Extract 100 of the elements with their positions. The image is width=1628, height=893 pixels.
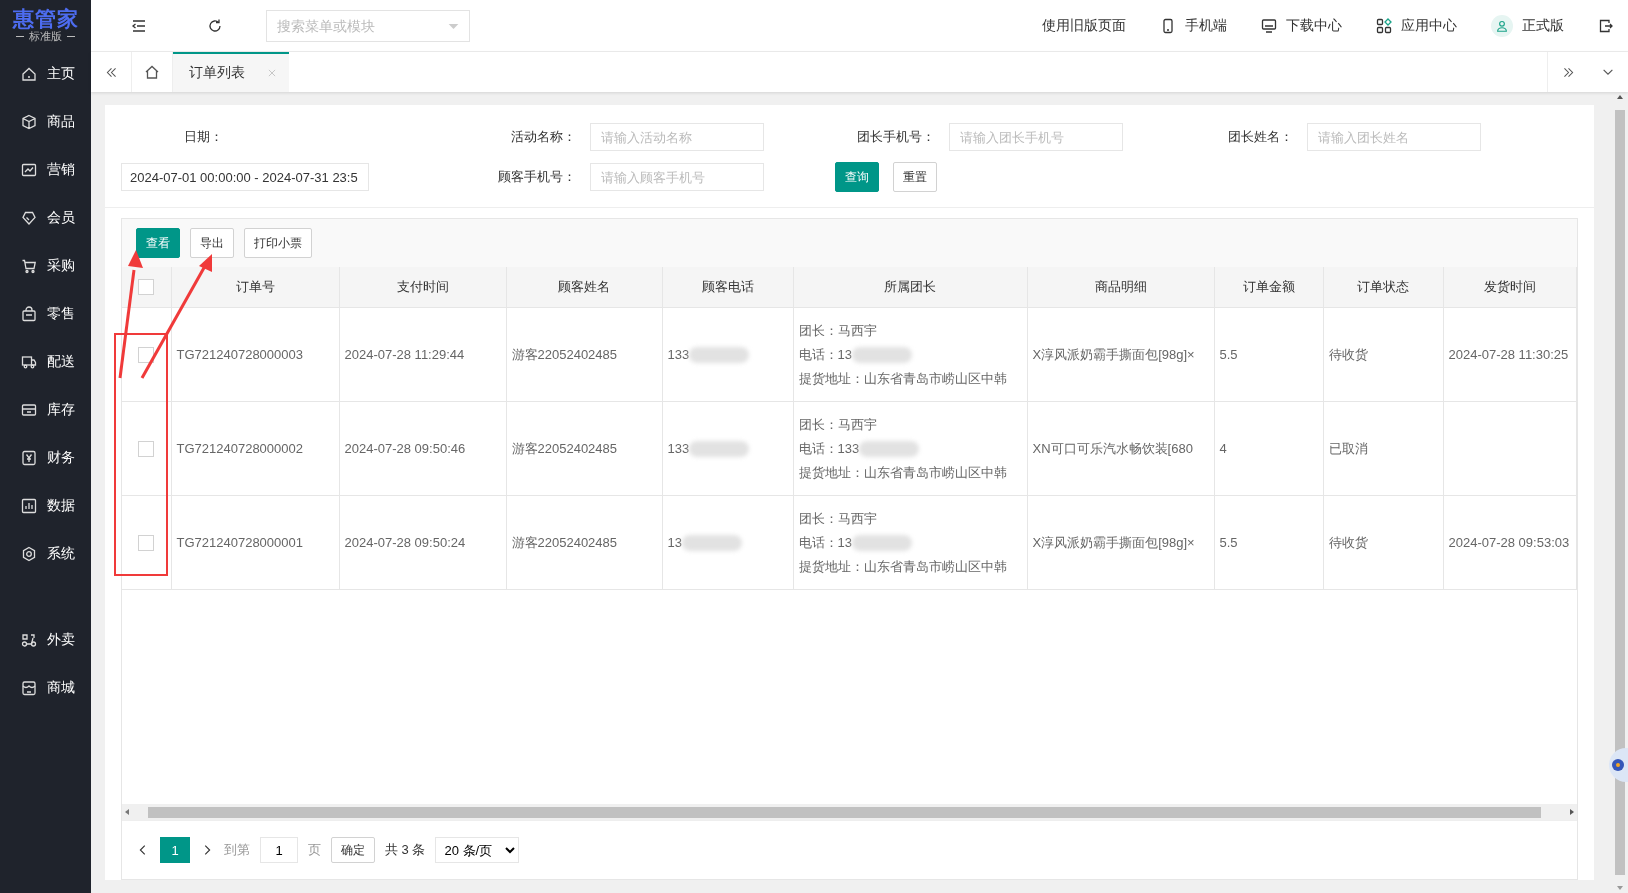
table-cell: 5.5 bbox=[1219, 347, 1238, 362]
input-field[interactable]: 请输入团长姓名 bbox=[1307, 123, 1481, 151]
sidebar-item[interactable]: 配送 bbox=[0, 338, 91, 386]
column-header: 订单号 bbox=[235, 279, 275, 294]
sidebar-item[interactable]: 会员 bbox=[0, 194, 91, 242]
table-cell: 已取消 bbox=[1328, 440, 1368, 456]
input-field[interactable]: 请输入活动名称 bbox=[590, 123, 764, 151]
field-label: 日期： bbox=[183, 128, 224, 146]
sidebar-item[interactable]: 零售 bbox=[0, 290, 91, 338]
redaction-blur bbox=[689, 346, 750, 363]
field-label: 活动名称： bbox=[510, 128, 577, 146]
chart-icon bbox=[21, 162, 37, 178]
row-checkbox[interactable] bbox=[138, 534, 155, 551]
header-link[interactable]: 应用中心 bbox=[1376, 16, 1457, 35]
cart-icon bbox=[21, 258, 37, 274]
table-cell: 游客22052402485 bbox=[511, 440, 618, 456]
header-link[interactable]: 正式版 bbox=[1491, 14, 1564, 37]
table-cell: TG721240728000001 bbox=[176, 535, 303, 550]
field-label: 团长姓名： bbox=[1227, 128, 1294, 146]
row-checkbox[interactable] bbox=[138, 440, 155, 457]
table-cell: 2024-07-28 11:29:44 bbox=[344, 347, 465, 362]
scrollbar-thumb[interactable] bbox=[148, 806, 1541, 818]
input-field[interactable]: 请输入顾客手机号 bbox=[590, 163, 764, 191]
refresh-icon bbox=[207, 17, 223, 34]
leader-phone: 电话：13 bbox=[798, 345, 852, 364]
toolbar-button[interactable]: 打印小票 bbox=[244, 228, 312, 258]
table-cell: 游客22052402485 bbox=[511, 534, 618, 550]
column-header: 顾客电话 bbox=[701, 279, 754, 294]
double-left-icon bbox=[104, 65, 118, 79]
leader-name: 团长：马西宇 bbox=[798, 415, 878, 434]
search-field[interactable]: 搜索菜单或模块 bbox=[266, 9, 470, 42]
column-header: 订单状态 bbox=[1357, 279, 1409, 294]
sidebar-item[interactable]: 库存 bbox=[0, 386, 91, 434]
header-link[interactable]: 手机端 bbox=[1160, 16, 1227, 35]
header-link[interactable]: 下载中心 bbox=[1261, 16, 1342, 35]
table-cell: XN可口可乐汽水畅饮装[680 bbox=[1032, 440, 1193, 456]
tab[interactable]: 订单列表 bbox=[173, 52, 289, 92]
menu-fold-icon bbox=[131, 17, 147, 34]
confirm-button[interactable]: 确定 bbox=[331, 837, 375, 863]
toolbar-button[interactable]: 查看 bbox=[136, 228, 180, 258]
logo-subtitle: 标准版 bbox=[29, 29, 62, 43]
page-size-select[interactable]: 20 条/页 bbox=[435, 837, 520, 863]
sidebar-item[interactable]: 外卖 bbox=[0, 616, 91, 664]
sidebar-item[interactable]: 主页 bbox=[0, 50, 91, 98]
scooter-icon bbox=[21, 632, 37, 648]
column-header: 商品明细 bbox=[1094, 279, 1147, 294]
redaction-blur bbox=[859, 440, 920, 457]
table-cell: 待收货 bbox=[1328, 534, 1368, 550]
bar-chart-icon bbox=[21, 498, 37, 514]
table-cell: 133 bbox=[667, 347, 690, 362]
gear-icon bbox=[21, 546, 37, 562]
sidebar-item[interactable]: 商城 bbox=[0, 664, 91, 712]
table-cell: 13 bbox=[667, 535, 682, 550]
toolbar-button[interactable]: 导出 bbox=[190, 228, 234, 258]
leader-name: 团长：马西宇 bbox=[798, 321, 878, 340]
table-cell: 2024-07-28 09:50:46 bbox=[344, 441, 466, 456]
column-header: 所属团长 bbox=[884, 279, 936, 294]
header-link[interactable]: 使用旧版页面 bbox=[1042, 16, 1126, 35]
field-label: 团长手机号： bbox=[856, 128, 936, 146]
table-cell: 133 bbox=[667, 441, 690, 456]
sidebar-item[interactable]: 营销 bbox=[0, 146, 91, 194]
sidebar-item[interactable]: 商品 bbox=[0, 98, 91, 146]
yen-icon bbox=[21, 450, 37, 466]
phone-icon bbox=[1160, 17, 1176, 34]
date-range-field[interactable]: 2024-07-01 00:00:00 - 2024-07-31 23:5 bbox=[121, 163, 369, 191]
reset-button[interactable]: 重置 bbox=[893, 162, 937, 192]
redaction-blur bbox=[851, 346, 912, 363]
table-cell: X淳风派奶霸手撕面包[98g]× bbox=[1032, 346, 1195, 362]
page-unit: 页 bbox=[308, 841, 321, 859]
page-input[interactable]: 1 bbox=[260, 837, 298, 863]
storefront-icon bbox=[21, 680, 37, 696]
column-header: 发货时间 bbox=[1483, 279, 1536, 294]
pickup-address: 提货地址：山东省青岛市崂山区中韩 bbox=[798, 463, 1008, 482]
leader-phone: 电话：13 bbox=[798, 533, 852, 552]
sidebar-item[interactable]: 采购 bbox=[0, 242, 91, 290]
redaction-blur bbox=[681, 534, 742, 551]
sidebar-item[interactable]: 系统 bbox=[0, 530, 91, 578]
sidebar-item[interactable]: 数据 bbox=[0, 482, 91, 530]
query-button[interactable]: 查询 bbox=[835, 162, 879, 192]
table-cell: X淳风派奶霸手撕面包[98g]× bbox=[1032, 534, 1195, 550]
field-label: 顾客手机号： bbox=[497, 168, 577, 186]
home-icon bbox=[144, 64, 160, 80]
column-header: 订单金额 bbox=[1242, 279, 1295, 294]
row-checkbox[interactable] bbox=[138, 346, 155, 363]
table-cell: 4 bbox=[1219, 441, 1227, 456]
user-icon bbox=[1495, 18, 1509, 33]
redaction-blur bbox=[689, 440, 750, 457]
sidebar-item[interactable]: 财务 bbox=[0, 434, 91, 482]
logout-icon bbox=[1598, 17, 1614, 34]
apps-icon bbox=[1376, 17, 1392, 34]
drawer-icon bbox=[21, 402, 37, 418]
input-field[interactable]: 请输入团长手机号 bbox=[949, 123, 1123, 151]
page-button[interactable]: 1 bbox=[160, 837, 190, 863]
table-cell: TG721240728000003 bbox=[176, 347, 303, 362]
table-cell: 2024-07-28 11:30:25 bbox=[1448, 347, 1569, 362]
scrollbar-thumb[interactable] bbox=[1615, 110, 1625, 875]
select-all-checkbox[interactable] bbox=[138, 279, 155, 296]
bag-icon bbox=[21, 306, 37, 322]
diamond-icon bbox=[21, 210, 37, 226]
table-cell: TG721240728000002 bbox=[176, 441, 303, 456]
